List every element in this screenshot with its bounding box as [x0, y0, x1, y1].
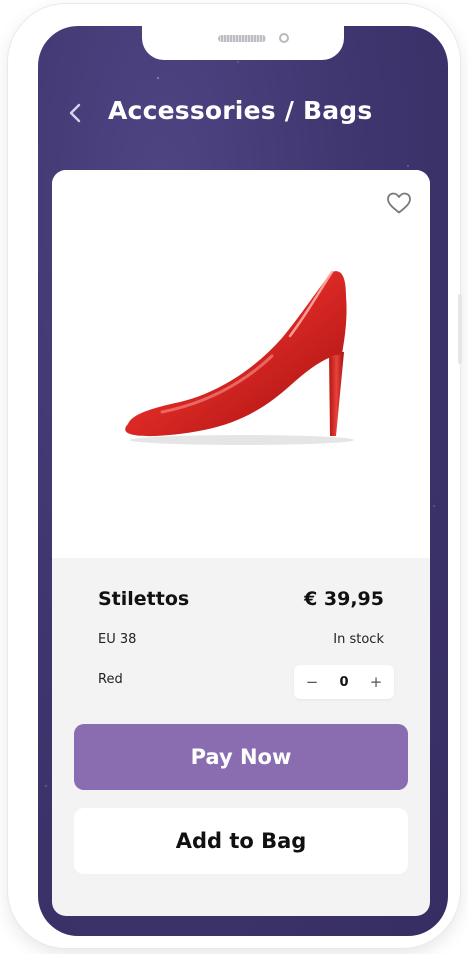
product-card: Stilettos € 39,95 EU 38 In stock Red − 0… — [52, 170, 430, 916]
back-button[interactable] — [62, 100, 88, 126]
quantity-value: 0 — [339, 674, 349, 690]
product-color: Red — [98, 672, 123, 687]
quantity-stepper[interactable]: − 0 + — [294, 665, 394, 699]
page-title: Accessories / Bags — [108, 96, 373, 125]
chevron-left-icon — [69, 103, 81, 123]
product-name: Stilettos — [98, 588, 190, 610]
header: Accessories / Bags — [38, 90, 448, 136]
phone-frame: Accessories / Bags Stilettos € 39,95 EU … — [8, 4, 462, 948]
decrement-button[interactable]: − — [302, 673, 322, 691]
product-image — [125, 270, 354, 445]
product-price: € 39,95 — [304, 588, 384, 610]
front-camera — [279, 33, 289, 43]
pay-now-button[interactable]: Pay Now — [74, 724, 408, 790]
favorite-button[interactable] — [384, 188, 414, 218]
speaker-grille — [218, 35, 266, 42]
title-price-row: Stilettos € 39,95 — [98, 588, 384, 610]
color-row: Red — [98, 672, 218, 687]
increment-button[interactable]: + — [366, 673, 386, 691]
app-screen: Accessories / Bags Stilettos € 39,95 EU … — [38, 26, 448, 936]
add-to-bag-button[interactable]: Add to Bag — [74, 808, 408, 874]
heart-outline-icon — [387, 192, 411, 214]
notch — [142, 26, 344, 60]
product-size: EU 38 — [98, 632, 137, 647]
size-stock-row: EU 38 In stock — [98, 632, 384, 647]
side-button — [458, 294, 462, 364]
product-image-area — [52, 170, 430, 558]
stock-status: In stock — [333, 632, 384, 647]
